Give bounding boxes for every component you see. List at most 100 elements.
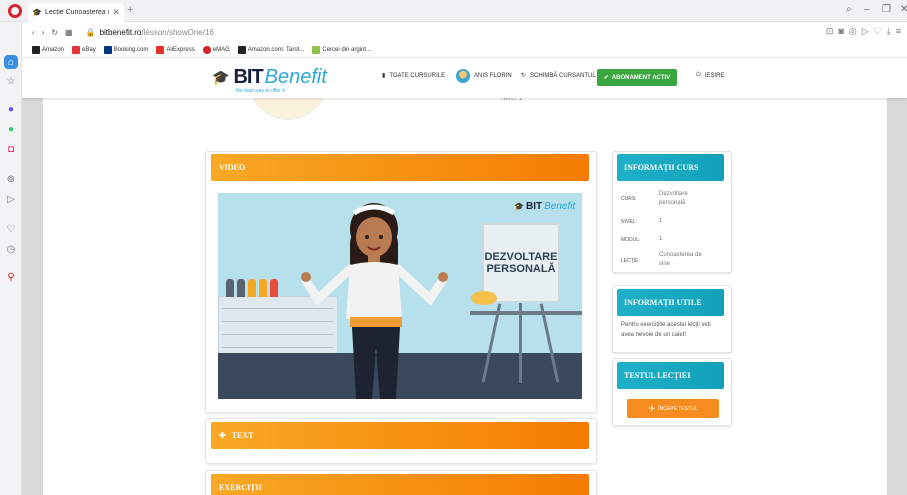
level-info-label: NIVEL: <box>621 219 637 225</box>
plus-icon: ✚ <box>219 431 226 440</box>
lock-icon: 🔒 <box>85 27 96 37</box>
paint-bottle <box>226 279 234 297</box>
refresh-icon: ↻ <box>521 73 527 79</box>
speed-dial-icon[interactable]: ☆ <box>4 74 18 88</box>
paint-bottle <box>259 279 267 297</box>
check-circle-icon: ✔ <box>603 75 609 81</box>
close-tab-icon[interactable]: ✕ <box>112 7 120 18</box>
bookmark-booking[interactable]: Booking.com <box>103 45 148 54</box>
nav-user[interactable]: ANIS FLORIN <box>456 69 512 83</box>
browser-sidebar: ⌂ ☆ ● ● ◘ ⊚ ▷ ♡ ◷ ⚲ <box>0 22 22 495</box>
paint-bottle <box>248 279 256 297</box>
close-window-icon[interactable]: ✕ <box>900 4 907 15</box>
menu-icon[interactable]: ≡ <box>896 26 901 37</box>
bookmarks-bar: Amazon eBay Booking.com AliExpress eMAG … <box>22 42 907 58</box>
history-icon[interactable]: ◷ <box>4 242 18 256</box>
palette-illustration <box>471 291 497 305</box>
graduation-cap-icon: 🎓 <box>514 202 524 211</box>
video-logo-bit: BIT <box>525 201 543 212</box>
forward-icon[interactable]: › <box>42 28 45 37</box>
browser-tab[interactable]: 🎓 Lecție Cunoașterea de sine ✕ <box>28 3 124 22</box>
nav-logout[interactable]: ⏻ IEȘIRE <box>696 72 724 79</box>
leaf-icon <box>312 45 321 54</box>
bookmark-cercei[interactable]: Cercei din argint... <box>312 45 371 54</box>
toolbar-icons: ⊡ ◙ ◎ ▷ ♡ ⤓ ≡ <box>826 26 901 37</box>
paint-bottle <box>237 279 245 297</box>
minimize-icon[interactable]: – <box>864 4 870 15</box>
site-logo[interactable]: 🎓 BIT Benefit the best way to offer it <box>212 66 327 94</box>
text-section-header[interactable]: ✚ TEXT <box>211 422 589 449</box>
paper-plane-icon: ✈ <box>648 404 656 413</box>
settings-icon[interactable]: ⊚ <box>4 172 18 186</box>
video-section-header: VIDEO <box>211 154 589 181</box>
exercises-section-header[interactable]: EXERCIȚII <box>211 474 589 495</box>
lesson-test-header: TESTUL LECȚIEI <box>617 362 724 389</box>
lesson-label: LECȚIE: <box>621 258 640 264</box>
nav-change-student[interactable]: ↻ SCHIMBĂ CURSANTUL <box>521 72 596 80</box>
address-bar: ‹ › ↻ ▦ 🔒 bitbenefit.ro/lesson/showOne/1… <box>22 22 907 42</box>
video-player[interactable]: DEZVOLTARE PERSONALĂ 🎓 BIT Benefit <box>218 193 582 399</box>
course-info-header: INFORMAȚII CURS <box>617 154 724 181</box>
url-path: /lesson/showOne/16 <box>141 27 214 37</box>
search-tabs-icon[interactable]: ⌕ <box>846 4 852 15</box>
url-domain: bitbenefit.ro <box>99 27 142 37</box>
url-field[interactable]: 🔒 bitbenefit.ro/lesson/showOne/16 <box>86 28 214 37</box>
booking-icon <box>103 45 112 54</box>
amazon-icon <box>237 45 246 54</box>
bookmark-amazon-tarot[interactable]: Amazon.com: Tarot... <box>237 45 304 54</box>
useful-info-text: Pentru exercițiile acestei lecții veți a… <box>621 322 711 338</box>
send-icon[interactable]: ▷ <box>4 192 18 206</box>
course-value: Dezvoltare personală <box>659 191 688 206</box>
vpn-icon[interactable]: ◎ <box>849 26 857 37</box>
bookmark-ebay[interactable]: eBay <box>72 45 96 54</box>
bookmark-emag[interactable]: eMAG <box>202 45 230 54</box>
back-icon[interactable]: ‹ <box>32 28 35 37</box>
logo-tagline: the best way to offer it <box>236 88 285 94</box>
download-icon[interactable]: ⤓ <box>887 26 891 37</box>
messenger-icon[interactable]: ● <box>4 102 18 116</box>
maximize-icon[interactable]: ❐ <box>882 4 891 15</box>
start-test-button[interactable]: ✈ ÎNCEPE TESTUL <box>627 399 719 418</box>
book-icon: ▮ <box>382 73 386 79</box>
course-label: CURS: <box>621 196 637 202</box>
easel-leg <box>519 303 522 383</box>
pin-icon[interactable]: ⚲ <box>4 270 18 284</box>
avatar <box>456 69 470 83</box>
browser-tab-bar: 🎓 Lecție Cunoașterea de sine ✕ + ⌕ – ❐ ✕ <box>0 0 907 22</box>
whatsapp-icon[interactable]: ● <box>4 122 18 136</box>
useful-info-header: INFORMAȚII UTILE <box>617 289 724 316</box>
snapshot-icon[interactable]: ⊡ <box>826 26 834 37</box>
opera-logo-icon[interactable] <box>8 4 22 18</box>
emag-icon <box>202 45 211 54</box>
lesson-value: Cunoașterea de sine <box>659 252 702 267</box>
amazon-icon <box>32 45 40 54</box>
power-icon: ⏻ <box>696 72 701 78</box>
paint-bottle <box>270 279 278 297</box>
camera-icon[interactable]: ◙ <box>838 26 843 37</box>
bookmark-aliexpress[interactable]: AliExpress <box>156 45 195 54</box>
site-header: 🎓 BIT Benefit the best way to offer it ▮… <box>22 58 907 98</box>
active-subscription-button[interactable]: ✔ ABONAMENT ACTIV <box>597 69 677 86</box>
video-logo-benefit: Benefit <box>544 201 576 212</box>
module-value: 1 <box>659 236 663 242</box>
graduation-cap-icon: 🎓 <box>32 8 42 17</box>
reload-icon[interactable]: ↻ <box>51 28 58 37</box>
video-logo: 🎓 BIT Benefit <box>514 201 575 212</box>
bookmark-amazon[interactable]: Amazon <box>32 45 64 54</box>
logo-benefit: Benefit <box>264 66 327 88</box>
new-tab-icon[interactable]: + <box>127 4 133 16</box>
play-icon[interactable]: ▷ <box>862 26 869 37</box>
painting-text: DEZVOLTARE PERSONALĂ <box>484 251 558 275</box>
module-label: MODUL: <box>621 237 641 243</box>
ebay-icon <box>72 45 81 54</box>
tab-title: Lecție Cunoașterea de sine <box>44 9 109 16</box>
instagram-icon[interactable]: ◘ <box>4 142 18 156</box>
aliexpress-icon <box>156 45 165 54</box>
graduation-cap-icon: 🎓 <box>212 69 230 85</box>
level-info-value: 1 <box>659 218 663 224</box>
nav-all-courses[interactable]: ▮ TOATE CURSURILE <box>382 72 445 80</box>
favorites-icon[interactable]: ♡ <box>4 222 18 236</box>
heart-icon[interactable]: ♡ <box>874 26 882 37</box>
tabs-grid-icon[interactable]: ▦ <box>65 28 73 37</box>
home-icon[interactable]: ⌂ <box>4 55 18 69</box>
